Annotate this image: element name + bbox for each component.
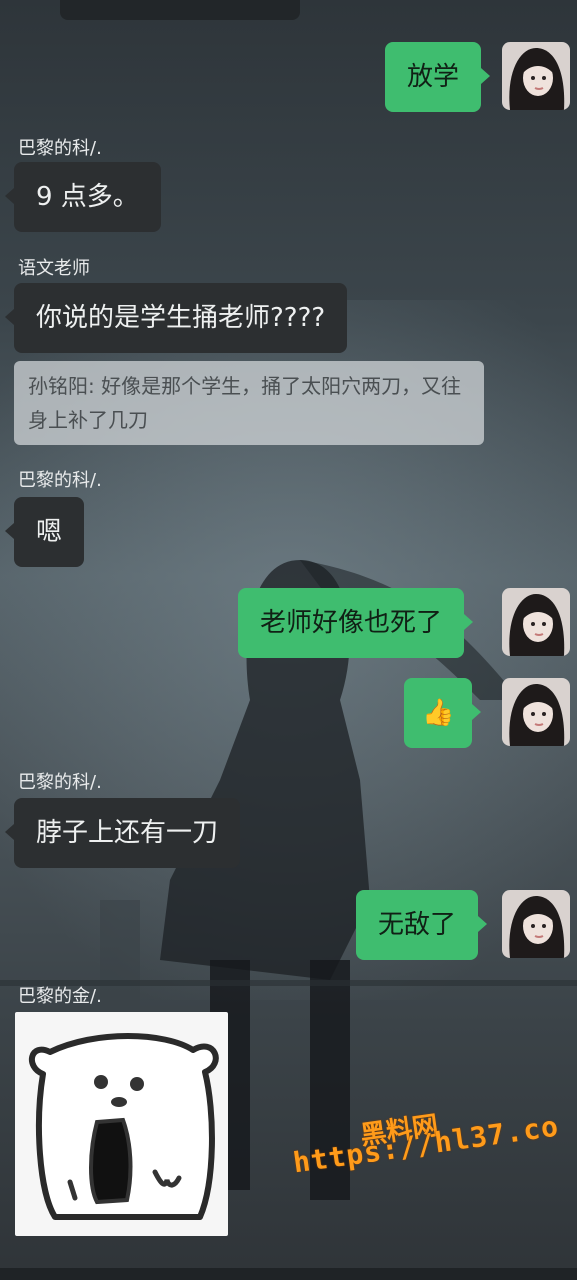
- my-avatar[interactable]: [502, 678, 570, 746]
- quoted-reply[interactable]: 孙铭阳: 好像是那个学生，捅了太阳穴两刀，又往身上补了几刀: [14, 361, 484, 445]
- avatar-girl-icon: [502, 678, 570, 746]
- bottom-bar: [0, 1268, 577, 1280]
- sender-name: 语文老师: [18, 258, 90, 279]
- sender-name: 巴黎的科/.: [18, 138, 102, 159]
- sender-name: 巴黎的科/.: [18, 772, 102, 793]
- sent-emoji-bubble[interactable]: 👍: [404, 678, 482, 748]
- sent-message-bubble[interactable]: 无敌了: [356, 890, 488, 960]
- received-message-bubble[interactable]: 9 点多。: [5, 162, 161, 232]
- bear-sticker-icon: [28, 1033, 219, 1220]
- sent-message-bubble[interactable]: 放学: [385, 42, 491, 112]
- sender-name: 巴黎的金/.: [18, 986, 102, 1007]
- sent-message-bubble[interactable]: 老师好像也死了: [238, 588, 474, 658]
- my-avatar[interactable]: [502, 42, 570, 110]
- received-message-bubble[interactable]: 脖子上还有一刀: [4, 798, 241, 868]
- my-avatar[interactable]: [502, 588, 570, 656]
- input-preview-strip: [60, 0, 300, 20]
- sticker-image[interactable]: [15, 1012, 228, 1236]
- received-message-bubble[interactable]: 嗯: [4, 497, 85, 567]
- avatar-girl-icon: [502, 42, 570, 110]
- sender-name: 巴黎的科/.: [18, 470, 102, 491]
- my-avatar[interactable]: [502, 890, 570, 958]
- avatar-girl-icon: [502, 890, 570, 958]
- thumbs-up-icon: 👍: [422, 698, 455, 728]
- avatar-girl-icon: [502, 588, 570, 656]
- received-message-bubble[interactable]: 你说的是学生捅老师????: [4, 283, 348, 353]
